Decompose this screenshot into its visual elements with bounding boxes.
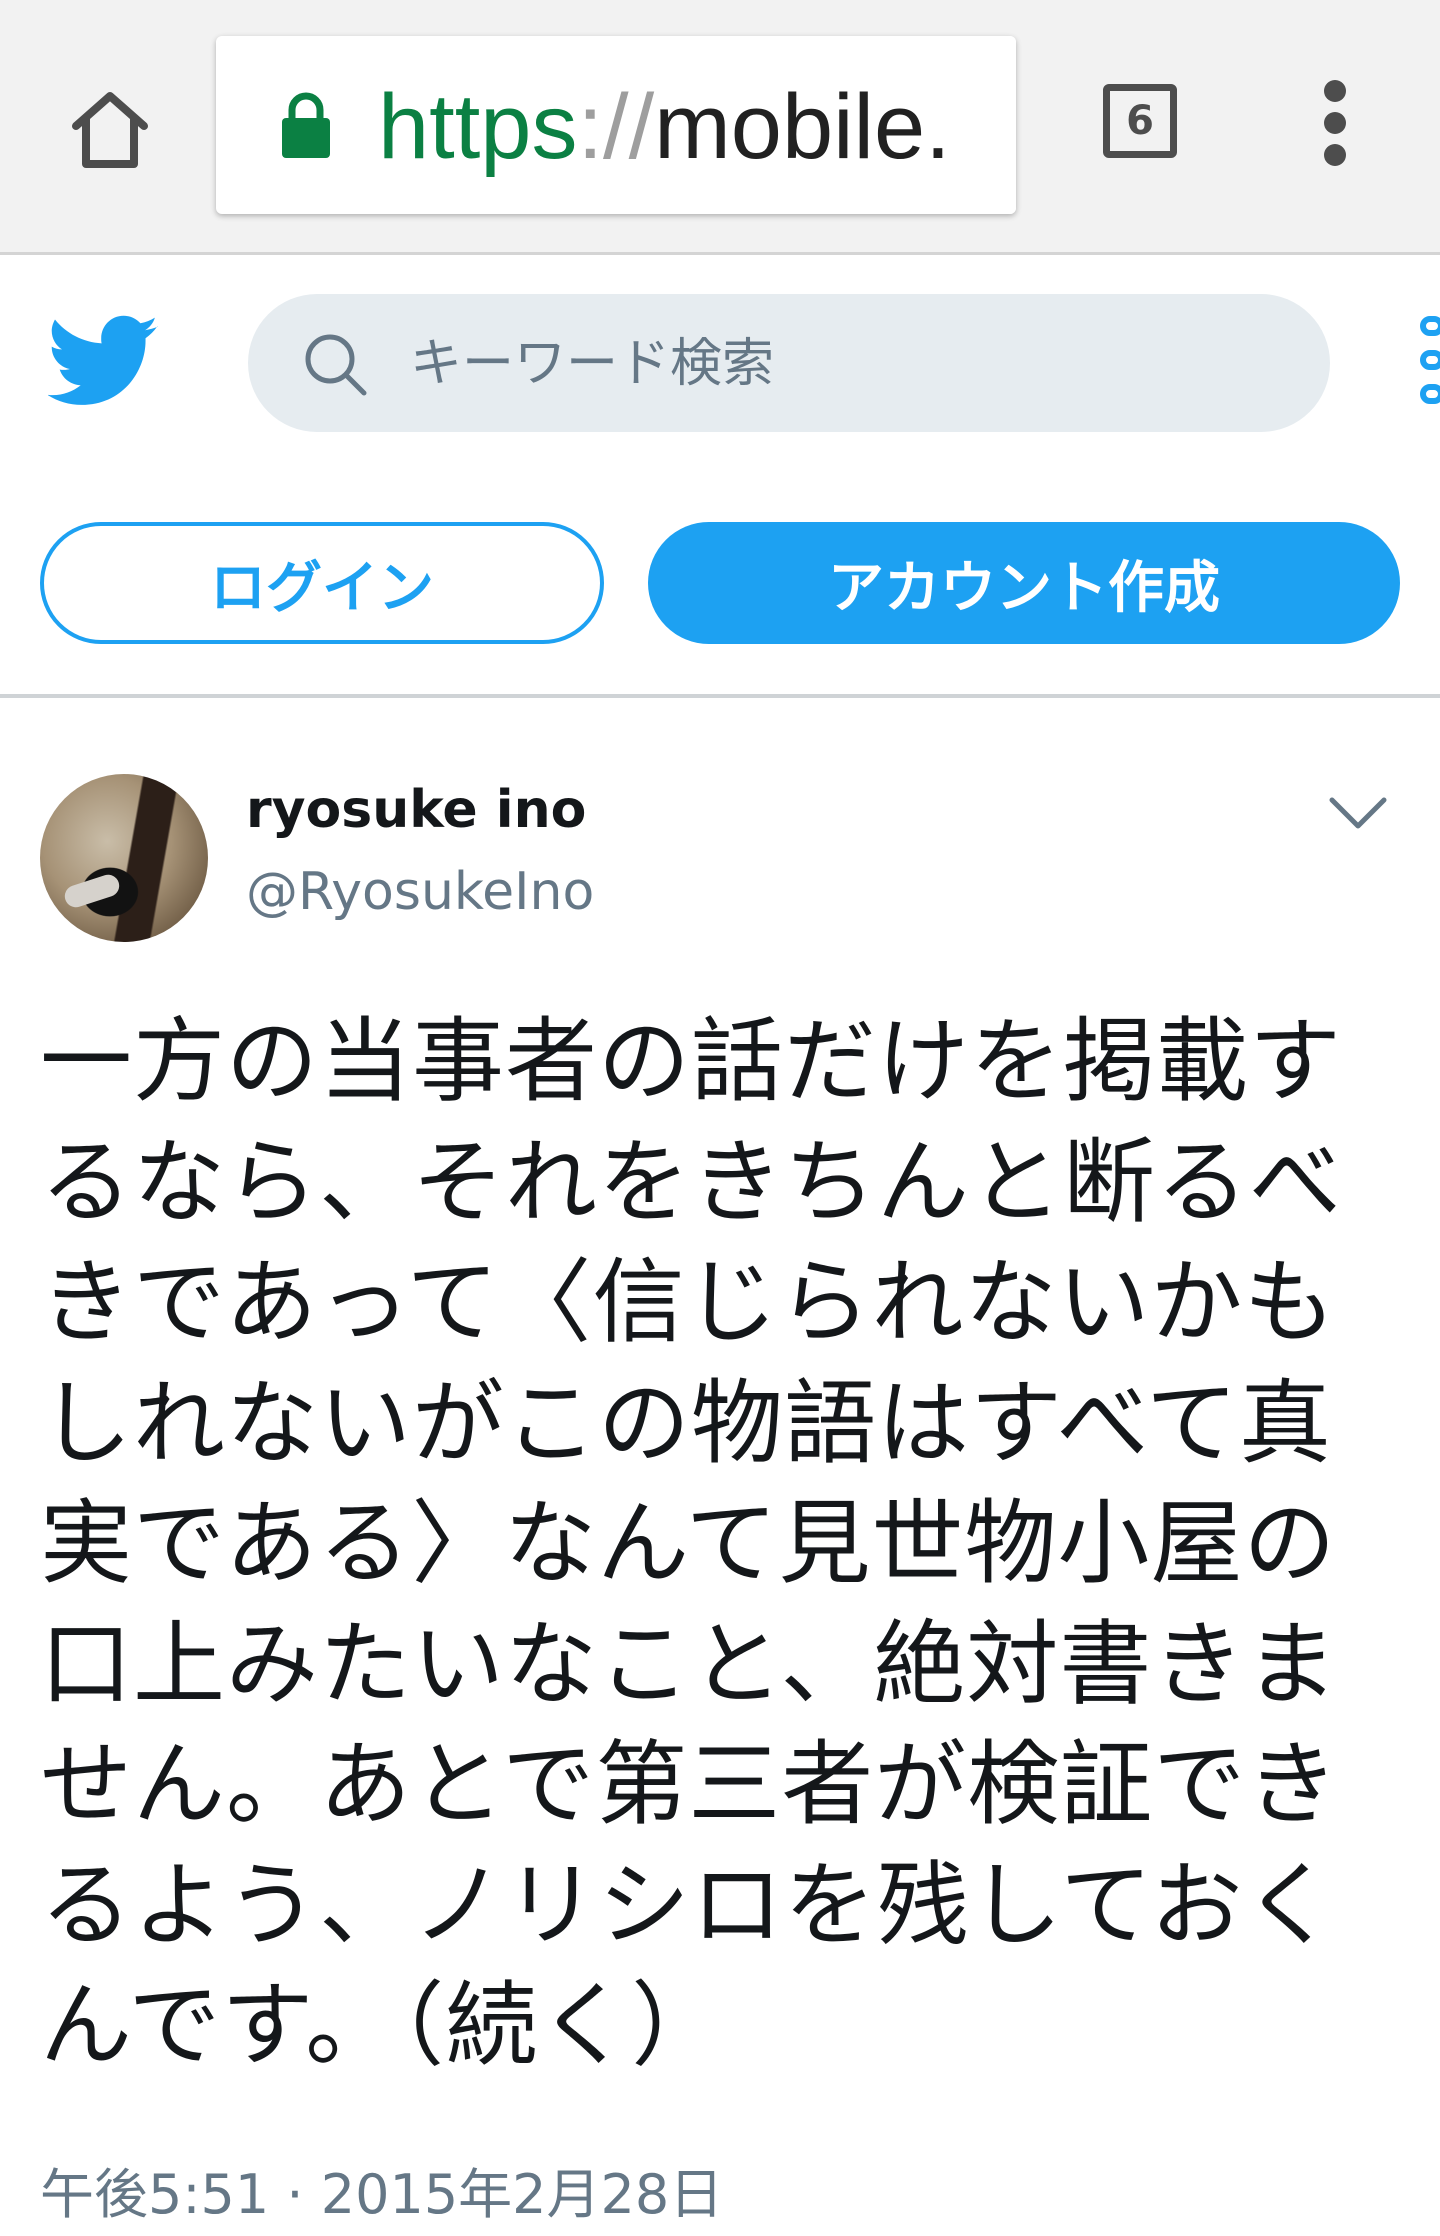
avatar[interactable] [40, 774, 208, 942]
header-divider [0, 694, 1440, 698]
login-button-label: ログイン [210, 555, 434, 621]
tweet-line: せん。あとで第三者が検証でき [40, 1731, 1340, 1838]
tweet-text: 一方の当事者の話だけを掲載す るなら、それをきちんと断るべ きであって〈信じられ… [40, 1002, 1420, 2087]
tweet-line: 一方の当事者の話だけを掲載す [40, 1008, 1343, 1115]
tab-count: 6 [1126, 98, 1154, 144]
search-icon [300, 329, 372, 401]
tweet-line: るなら、それをきちんと断るべ [40, 1128, 1343, 1236]
url-separator: :// [577, 76, 655, 178]
tweet-line: んです。（続く） [40, 1972, 725, 2079]
twitter-bird-icon[interactable] [47, 312, 160, 412]
signup-button-label: アカウント作成 [828, 555, 1220, 621]
tweet-timestamp[interactable]: 午後5:51 · 2015年2月28日 [40, 2160, 723, 2230]
tab-switcher-button[interactable]: 6 [1103, 84, 1177, 158]
more-options-icon[interactable] [1420, 316, 1440, 412]
search-input[interactable] [408, 314, 1292, 414]
url-scheme: https [378, 76, 578, 178]
signup-button[interactable]: アカウント作成 [648, 522, 1400, 644]
home-icon[interactable] [62, 82, 158, 178]
login-button[interactable]: ログイン [40, 522, 604, 644]
tweet-line: 実である〉なんて見世物小屋の [40, 1490, 1337, 1597]
display-name[interactable]: ryosuke ino [246, 778, 586, 842]
tweet-line: しれないがこの物語はすべて真 [40, 1369, 1332, 1477]
chevron-down-icon[interactable] [1326, 790, 1390, 838]
browser-toolbar: https://mobile. 6 [0, 0, 1440, 255]
user-handle[interactable]: @RyosukeIno [246, 860, 594, 924]
url-text[interactable]: https://mobile. [378, 72, 951, 182]
more-vert-icon[interactable] [1310, 80, 1360, 170]
tweet-line: 口上みたいなこと、絶対書きま [40, 1610, 1339, 1718]
search-bar[interactable] [248, 294, 1330, 432]
url-host: mobile. [654, 76, 951, 178]
address-bar[interactable]: https://mobile. [216, 36, 1016, 214]
lock-icon [278, 92, 334, 160]
tweet-line: きであって〈信じられないかも [40, 1249, 1337, 1356]
url-fade [946, 36, 1016, 214]
tweet-line: るよう、ノリシロを残しておく [40, 1851, 1337, 1959]
